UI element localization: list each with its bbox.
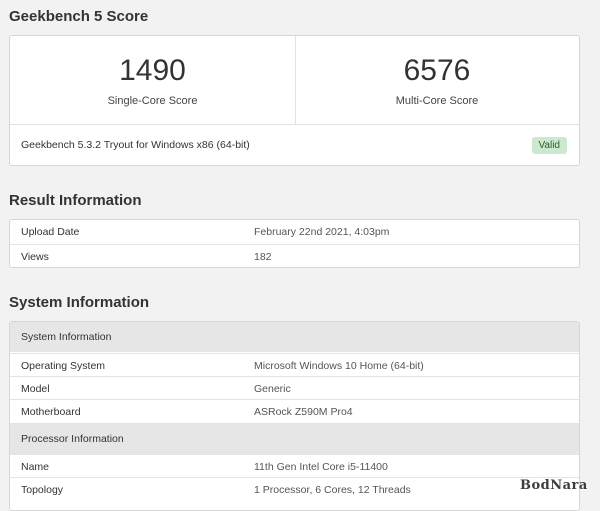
row-value: 182	[254, 251, 272, 263]
row-key: Topology	[21, 484, 64, 496]
row-key: Name	[21, 461, 50, 473]
table-row: Motherboard ASRock Z590M Pro4	[10, 399, 579, 423]
row-key: Upload Date	[21, 226, 80, 238]
result-table: Upload Date February 22nd 2021, 4:03pm V…	[9, 219, 580, 268]
system-info-header-row: System Information	[10, 322, 579, 352]
system-table: System Information Operating System Micr…	[9, 321, 580, 511]
row-value: 11th Gen Intel Core i5-11400	[254, 461, 388, 473]
row-key: Views	[21, 251, 49, 263]
row-key: Operating System	[21, 360, 106, 372]
header-label: System Information	[21, 331, 112, 343]
score-section-title: Geekbench 5 Score	[9, 8, 149, 25]
multi-core-score-value: 6576	[403, 54, 471, 87]
table-row: Operating System Microsoft Windows 10 Ho…	[10, 353, 579, 377]
score-footer: Geekbench 5.3.2 Tryout for Windows x86 (…	[10, 124, 579, 167]
row-value: ASRock Z590M Pro4	[254, 406, 353, 418]
table-row: Topology 1 Processor, 6 Cores, 12 Thread…	[10, 477, 579, 501]
row-value: Microsoft Windows 10 Home (64-bit)	[254, 360, 424, 372]
score-card: 1490 Single-Core Score 6576 Multi-Core S…	[9, 35, 580, 166]
multi-core-score-label: Multi-Core Score	[395, 95, 479, 107]
valid-badge: Valid	[531, 137, 567, 154]
header-label: Processor Information	[21, 433, 124, 445]
processor-info-header-row: Processor Information	[10, 423, 579, 454]
table-row: Upload Date February 22nd 2021, 4:03pm	[10, 220, 579, 243]
watermark-text: BodNara	[520, 478, 588, 493]
row-key: Model	[21, 383, 50, 395]
row-value: February 22nd 2021, 4:03pm	[254, 226, 390, 238]
row-value: 1 Processor, 6 Cores, 12 Threads	[254, 484, 411, 496]
page: Geekbench 5 Score 1490 Single-Core Score…	[0, 0, 600, 511]
single-core-score-cell: 1490 Single-Core Score	[10, 36, 296, 124]
multi-core-score-cell: 6576 Multi-Core Score	[295, 36, 579, 124]
row-key: Motherboard	[21, 406, 81, 418]
result-section-title: Result Information	[9, 192, 142, 209]
system-section-title: System Information	[9, 294, 150, 311]
table-row: Model Generic	[10, 376, 579, 400]
table-row: Name 11th Gen Intel Core i5-11400	[10, 454, 579, 478]
bodnara-watermark: BodNara	[520, 478, 588, 493]
geekbench-version-text: Geekbench 5.3.2 Tryout for Windows x86 (…	[21, 139, 250, 151]
single-core-score-label: Single-Core Score	[107, 95, 198, 107]
single-core-score-value: 1490	[119, 54, 186, 87]
table-row: Views 182	[10, 244, 579, 268]
row-value: Generic	[254, 383, 291, 395]
